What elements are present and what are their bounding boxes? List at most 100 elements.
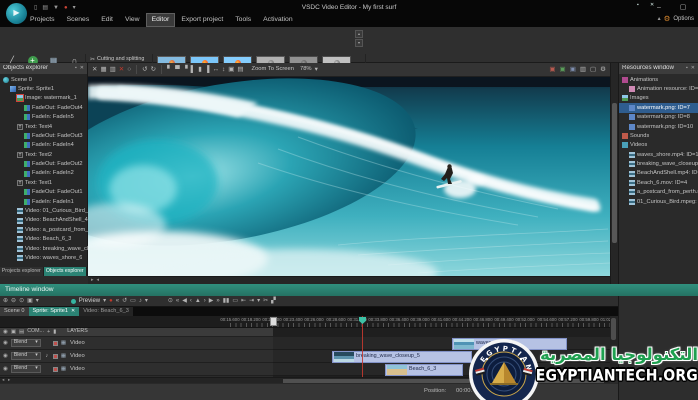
res-item-beachandshell-mp4-id-3[interactable]: BeachAndShell.mp4: ID=3: [619, 169, 698, 178]
menu-item-scenes[interactable]: Scenes: [61, 13, 96, 27]
refresh-preview-icon[interactable]: ↺: [122, 298, 127, 305]
go-start-icon[interactable]: «: [116, 298, 119, 305]
step-forward-icon[interactable]: ›: [204, 298, 206, 305]
obj-item-video-breaking-wave-closeup[interactable]: Video: breaking_wave_closeup: [0, 244, 88, 253]
obj-item-fadein-fadein1[interactable]: FadeIn: FadeIn1: [0, 197, 88, 206]
undo-icon[interactable]: ↺: [142, 66, 147, 73]
effects-icon[interactable]: [52, 353, 58, 359]
clip-breaking-wave-closeup-5[interactable]: breaking_wave_closeup_5: [332, 351, 472, 363]
record-icon[interactable]: ●: [64, 5, 68, 12]
step-back-icon[interactable]: ‹: [190, 298, 192, 305]
style-scroll-down-button[interactable]: ▾: [355, 39, 363, 47]
green-channel-icon[interactable]: ▣: [560, 66, 566, 73]
effects-icon[interactable]: [52, 366, 58, 372]
align-center-icon[interactable]: ▮: [198, 66, 202, 73]
cut-clip-icon[interactable]: ✂: [263, 298, 268, 305]
obj-item-video-beachandshell-4[interactable]: Video: BeachAndShell_4: [0, 216, 88, 225]
close-icon[interactable]: ✕: [80, 65, 84, 72]
menu-item-projects[interactable]: Projects: [24, 13, 61, 27]
menu-item-edit[interactable]: Edit: [95, 13, 119, 27]
delete-icon[interactable]: ✕: [92, 66, 97, 73]
copy-icon[interactable]: ▤: [19, 329, 24, 335]
res-item-01-curious-bird-mpeg-id-6[interactable]: 01_Curious_Bird.mpeg: ID=6: [619, 197, 698, 206]
play-icon[interactable]: ▲: [195, 298, 201, 305]
obj-item-fadeout-fadeout3[interactable]: FadeOut: FadeOut3: [0, 131, 88, 140]
eye-icon[interactable]: ◉: [3, 329, 8, 335]
menu-item-view[interactable]: View: [119, 13, 146, 27]
gear-icon[interactable]: ⚙: [664, 14, 671, 23]
split-clip-icon[interactable]: ▞: [271, 298, 276, 305]
playhead-line[interactable]: [362, 316, 363, 377]
move-icon[interactable]: +: [47, 329, 50, 335]
obj-item-fadein-fadein5[interactable]: FadeIn: FadeIn5: [0, 113, 88, 122]
obj-item-fadeout-fadeout1[interactable]: FadeOut: FadeOut1: [0, 188, 88, 197]
scroll-right-icon[interactable]: ▸: [91, 277, 94, 284]
zoom-to-screen-button[interactable]: Zoom To Screen: [252, 66, 294, 72]
res-item-watermark-png-id-7[interactable]: watermark.png: ID=7: [619, 103, 698, 113]
blue-channel-icon[interactable]: ▣: [570, 66, 576, 73]
res-item-beach-6-mov-id-4[interactable]: Beach_6.mov: ID=4: [619, 178, 698, 187]
preview-vertical-scrollbar[interactable]: [610, 63, 618, 284]
res-item-videos[interactable]: Videos: [619, 141, 698, 150]
stop-icon[interactable]: ▭: [232, 298, 238, 305]
timeline-tab-video-beach-6-3[interactable]: Video: Beach_6_3: [79, 307, 133, 316]
timeline-tab-sprite-sprite1[interactable]: Sprite: Sprite1 ✕: [28, 307, 80, 316]
prev-frame-icon[interactable]: ◀: [182, 298, 187, 305]
res-item-watermark-png-id-10[interactable]: watermark.png: ID=10: [619, 122, 698, 131]
maximize-button[interactable]: ▢: [676, 3, 690, 13]
remove-all-icon[interactable]: ✕: [119, 66, 124, 73]
res-item-images[interactable]: Images: [619, 94, 698, 103]
scrollbar-thumb[interactable]: [612, 103, 617, 243]
mask-icon[interactable]: ▥: [580, 66, 586, 73]
ribbon-collapse-icon[interactable]: ▴: [658, 16, 661, 23]
obj-item-text-text2[interactable]: T Text: Text2: [0, 150, 88, 159]
timeline-zoom-sel-icon[interactable]: ▣: [27, 298, 33, 305]
preview-image[interactable]: [88, 77, 610, 276]
pin-icon[interactable]: ▪: [686, 65, 688, 72]
obj-item-sprite-sprite1[interactable]: Sprite: Sprite1: [0, 84, 88, 93]
zoom-value-select[interactable]: 78%: [300, 66, 312, 72]
close-icon[interactable]: ✕: [650, 2, 654, 9]
preview-settings-icon[interactable]: ⚙: [600, 66, 606, 73]
next-frame-icon[interactable]: ▶: [209, 298, 214, 305]
jump-start-icon[interactable]: «: [176, 298, 179, 305]
group-icon[interactable]: ▣: [228, 66, 234, 73]
eye-icon[interactable]: ◉: [3, 366, 8, 372]
obj-item-image-watermark-1[interactable]: Image: watermark_1: [0, 94, 88, 103]
res-item-waves-shore-mp4-id-1[interactable]: waves_shore.mp4: ID=1: [619, 150, 698, 159]
pin-icon[interactable]: ▪: [75, 65, 77, 72]
frames-icon[interactable]: ▦: [61, 340, 66, 346]
playhead-time-icon[interactable]: ⊙: [168, 298, 173, 305]
red-channel-icon[interactable]: ▣: [549, 66, 555, 73]
options-button[interactable]: Options: [673, 16, 694, 23]
open-project-icon[interactable]: ▤: [42, 5, 48, 12]
distribute-h-icon[interactable]: ↔: [212, 66, 219, 73]
ellipse-tool-icon[interactable]: ○: [127, 66, 131, 73]
layout-grid-icon[interactable]: ▦: [100, 66, 106, 73]
style-scroll-up-button[interactable]: ▴: [355, 30, 363, 38]
res-item-watermark-png-id-8[interactable]: watermark.png: ID=8: [619, 113, 698, 122]
obj-item-video-01-curious-bird-1[interactable]: Video: 01_Curious_Bird_1: [0, 206, 88, 215]
res-item-animation-resource-id-6[interactable]: Animation resource: ID=6: [619, 84, 698, 93]
titlebar-caret-icon[interactable]: ▾: [73, 5, 76, 12]
obj-item-scene-0[interactable]: Scene 0: [0, 75, 88, 84]
jump-end-icon[interactable]: »: [216, 298, 219, 305]
obj-item-video-waves-shore-6[interactable]: Video: waves_shore_6: [0, 253, 88, 262]
frames-icon[interactable]: ▦: [61, 353, 66, 359]
effects-icon[interactable]: [52, 340, 58, 346]
mute-icon[interactable]: ♪: [139, 298, 142, 305]
blend-mode-select[interactable]: Blend ▾: [10, 365, 41, 373]
menu-item-editor[interactable]: Editor: [145, 13, 176, 27]
fit-screen-icon[interactable]: ▢: [590, 66, 596, 73]
obj-item-fadein-fadein2[interactable]: FadeIn: FadeIn2: [0, 169, 88, 178]
record-preview-icon[interactable]: ●: [109, 298, 113, 305]
preview-button[interactable]: Preview: [79, 298, 100, 305]
timeline-ruler[interactable]: 00:15.60000:18.20000:20.80000:23.40000:2…: [0, 316, 619, 328]
pause-icon[interactable]: ▮▮: [223, 298, 230, 305]
obj-item-video-a-postcard-from-perth[interactable]: Video: a_postcard_from_perth: [0, 225, 88, 234]
obj-item-fadein-fadein4[interactable]: FadeIn: FadeIn4: [0, 141, 88, 150]
redo-icon[interactable]: ↻: [151, 66, 156, 73]
scrollbar-thumb[interactable]: [611, 318, 616, 340]
preview-caret-icon[interactable]: ▾: [103, 298, 106, 305]
obj-item-video-beach-6-3[interactable]: Video: Beach_6_3: [0, 235, 88, 244]
